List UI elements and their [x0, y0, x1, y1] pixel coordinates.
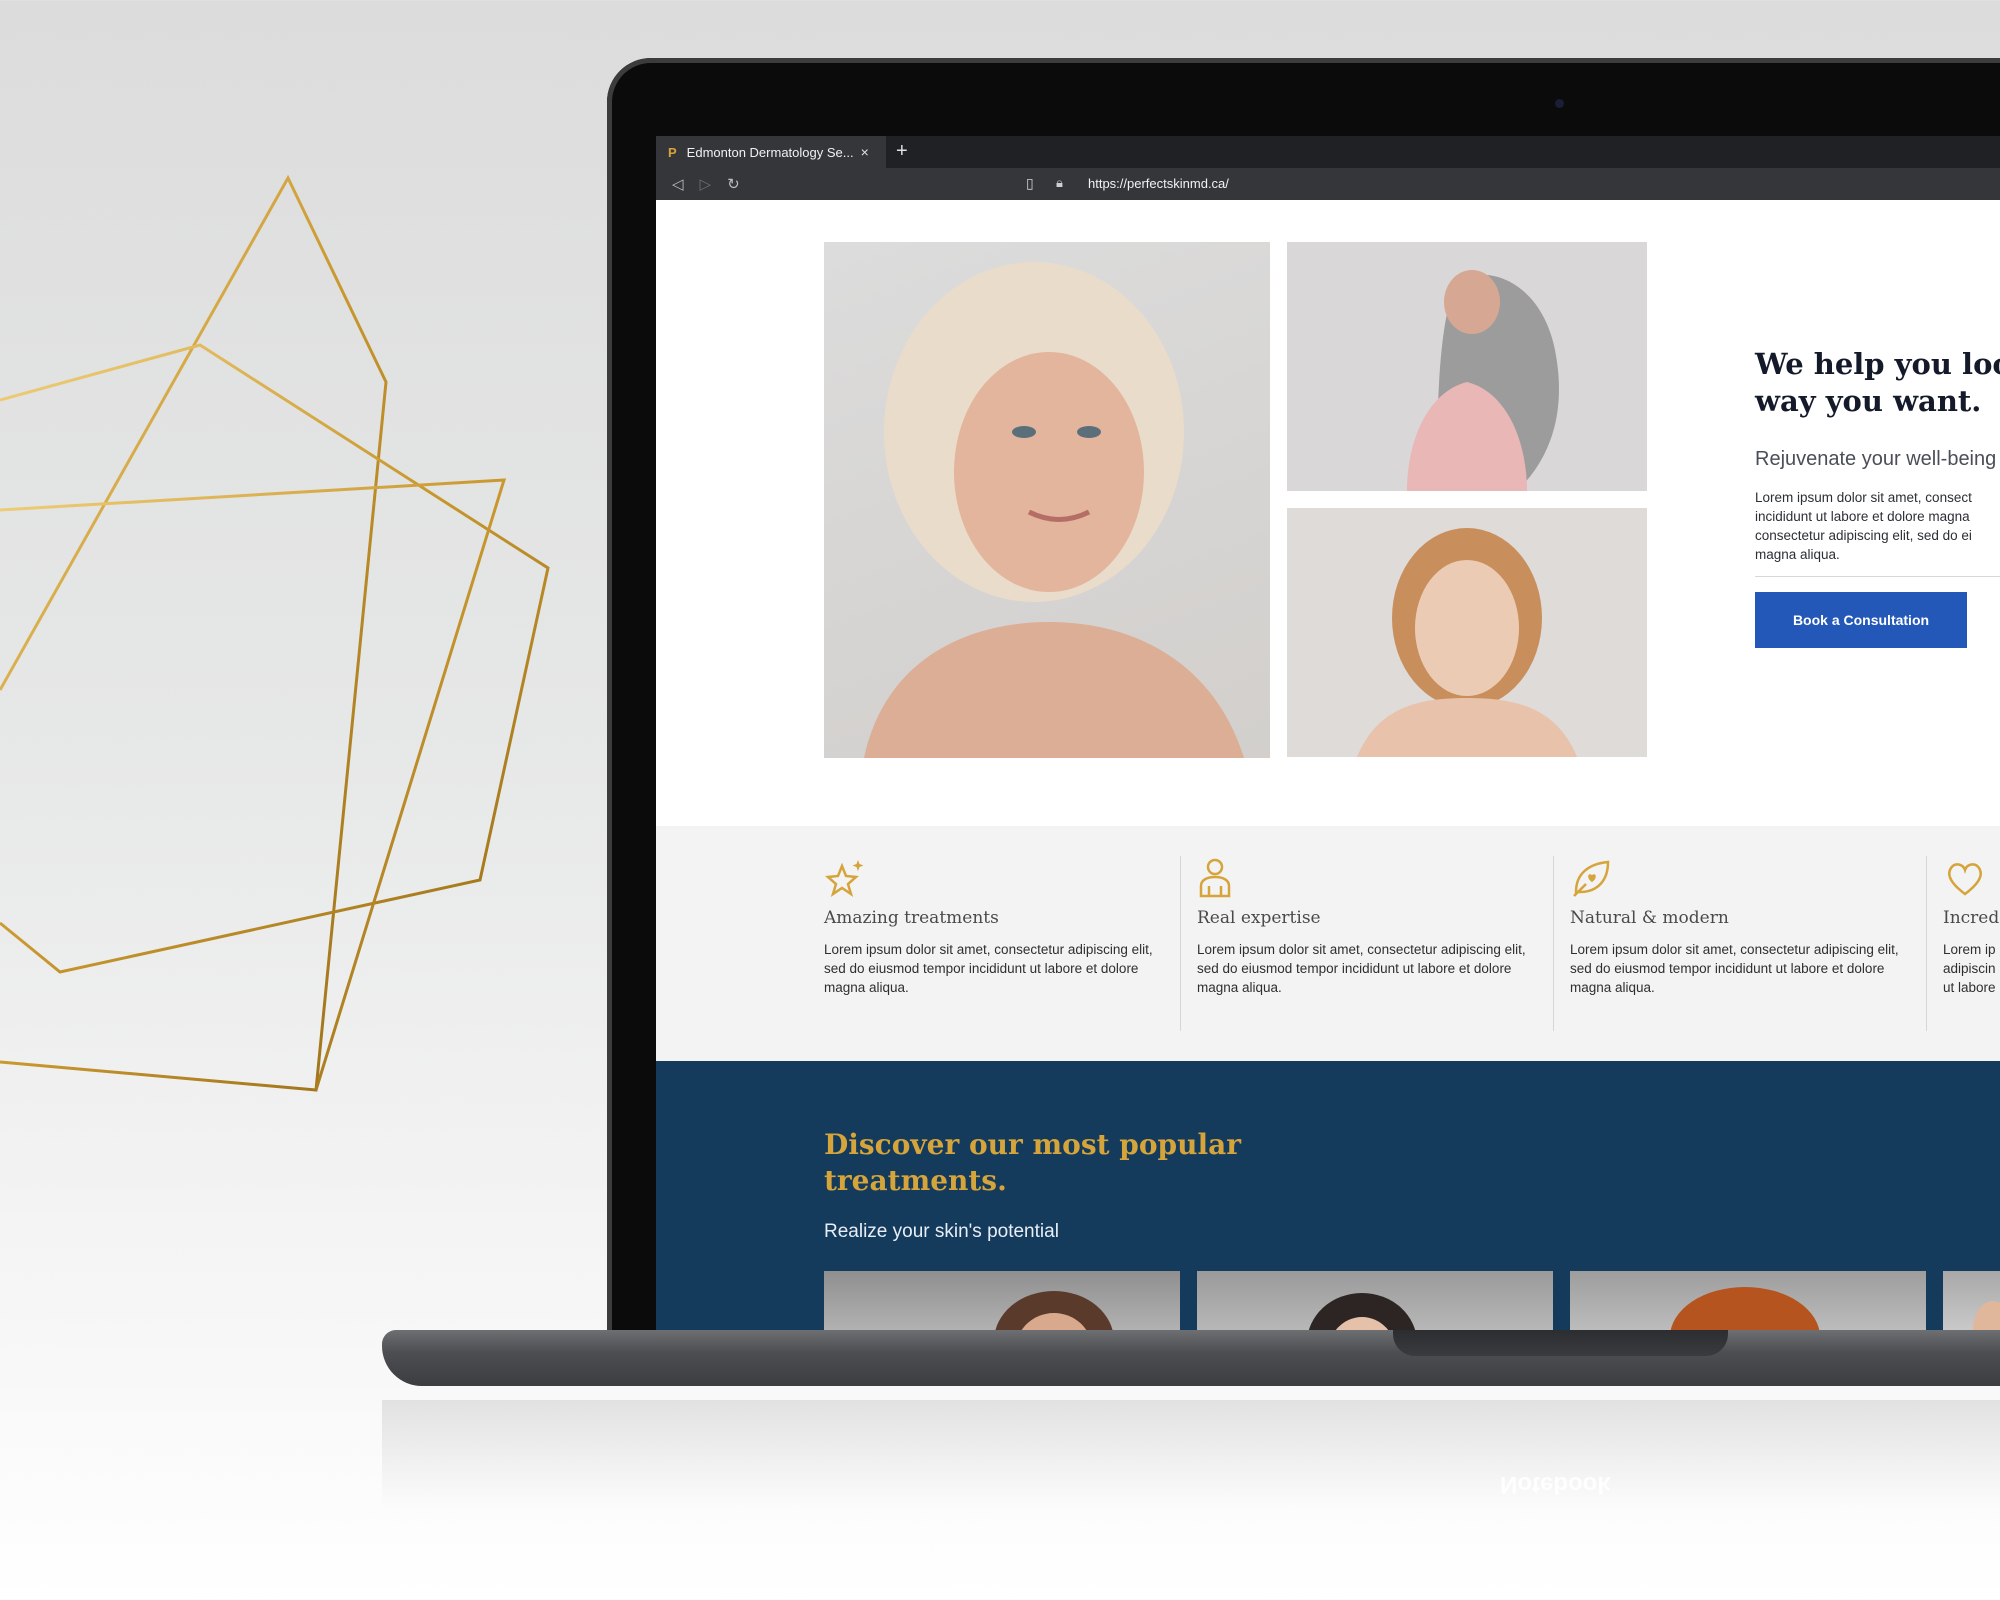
feature-title: Natural & modern: [1570, 908, 1729, 928]
back-icon[interactable]: ◁: [672, 175, 684, 193]
feature-text: Lorem ipsum dolor sit amet, consectetur …: [1197, 942, 1526, 995]
close-tab-icon[interactable]: ×: [861, 144, 869, 160]
feature-text: Lorem ipsum dolor sit amet, consectetur …: [824, 942, 1153, 995]
treatment-card-1[interactable]: [824, 1271, 1180, 1330]
feature-real-expertise: Real expertise Lorem ipsum dolor sit ame…: [1197, 856, 1527, 997]
laptop-reflection: [382, 1400, 2000, 1510]
hero-subheading: Rejuvenate your well-being: [1755, 448, 1997, 470]
hero-body-text: Lorem ipsum dolor sit amet, consect inci…: [1755, 490, 1972, 562]
feature-amazing-treatments: Amazing treatments Lorem ipsum dolor sit…: [824, 856, 1154, 997]
address-bar[interactable]: https://perfectskinmd.ca/: [1088, 176, 1229, 191]
new-tab-icon[interactable]: +: [896, 140, 908, 163]
hero-image-grey-hair: [1287, 242, 1647, 491]
site-favicon-icon: P: [668, 144, 677, 160]
sparkle-star-icon: [825, 860, 864, 897]
hero-image-main: [824, 242, 1270, 758]
popular-treatments-section: Discover our most popular treatments. Re…: [656, 1061, 2000, 1330]
bookmark-icon[interactable]: ▯: [1026, 175, 1034, 192]
hero-divider: [1755, 576, 2000, 577]
feature-title: Incred: [1943, 908, 2000, 928]
tab-title: Edmonton Dermatology Se...: [686, 144, 854, 160]
expert-person-icon: [1199, 858, 1231, 898]
feature-incredible: Incred Lorem ip adipiscin ut labore: [1943, 856, 2000, 997]
feature-divider: [1926, 856, 1927, 1031]
laptop-hinge-notch: [1393, 1330, 1728, 1356]
popular-subheading: Realize your skin's potential: [824, 1221, 1059, 1242]
treatment-card-2[interactable]: [1197, 1271, 1553, 1330]
feature-divider: [1180, 856, 1181, 1031]
feature-text: Lorem ip adipiscin ut labore: [1943, 942, 1996, 995]
tab-bar: P Edmonton Dermatology Se... × +: [656, 136, 2000, 168]
laptop-base: [382, 1330, 2000, 1386]
feature-divider: [1553, 856, 1554, 1031]
forward-icon[interactable]: ▷: [700, 175, 712, 193]
gold-geometric-decoration: [0, 174, 550, 1092]
feature-title: Amazing treatments: [824, 908, 999, 928]
leaf-heart-icon: [1573, 860, 1610, 897]
browser-screen: P Edmonton Dermatology Se... × + ◁ ▷ ↻ ▯…: [656, 136, 2000, 1330]
reload-icon[interactable]: ↻: [727, 175, 740, 193]
treatment-card-3[interactable]: [1570, 1271, 1926, 1330]
webcam-icon: [1555, 99, 1564, 108]
reflection-brand-text: Notebook: [1500, 1471, 1611, 1498]
feature-natural-modern: Natural & modern Lorem ipsum dolor sit a…: [1570, 856, 1900, 997]
heart-icon: [1948, 863, 1982, 896]
book-consultation-button[interactable]: Book a Consultation: [1755, 592, 1967, 648]
treatment-card-4[interactable]: [1943, 1271, 2000, 1330]
lock-icon: 🔒︎: [1056, 175, 1063, 190]
feature-title: Real expertise: [1197, 908, 1321, 928]
features-strip: Amazing treatments Lorem ipsum dolor sit…: [656, 826, 2000, 1061]
browser-tab[interactable]: P Edmonton Dermatology Se... ×: [656, 136, 886, 168]
hero-image-young-woman: [1287, 508, 1647, 757]
popular-heading: Discover our most popular treatments.: [824, 1128, 1241, 1197]
hero-heading: We help you look way you want.: [1755, 347, 2000, 418]
feature-text: Lorem ipsum dolor sit amet, consectetur …: [1570, 942, 1899, 995]
browser-toolbar: ◁ ▷ ↻ ▯ 🔒︎ https://perfectskinmd.ca/: [656, 168, 2000, 200]
